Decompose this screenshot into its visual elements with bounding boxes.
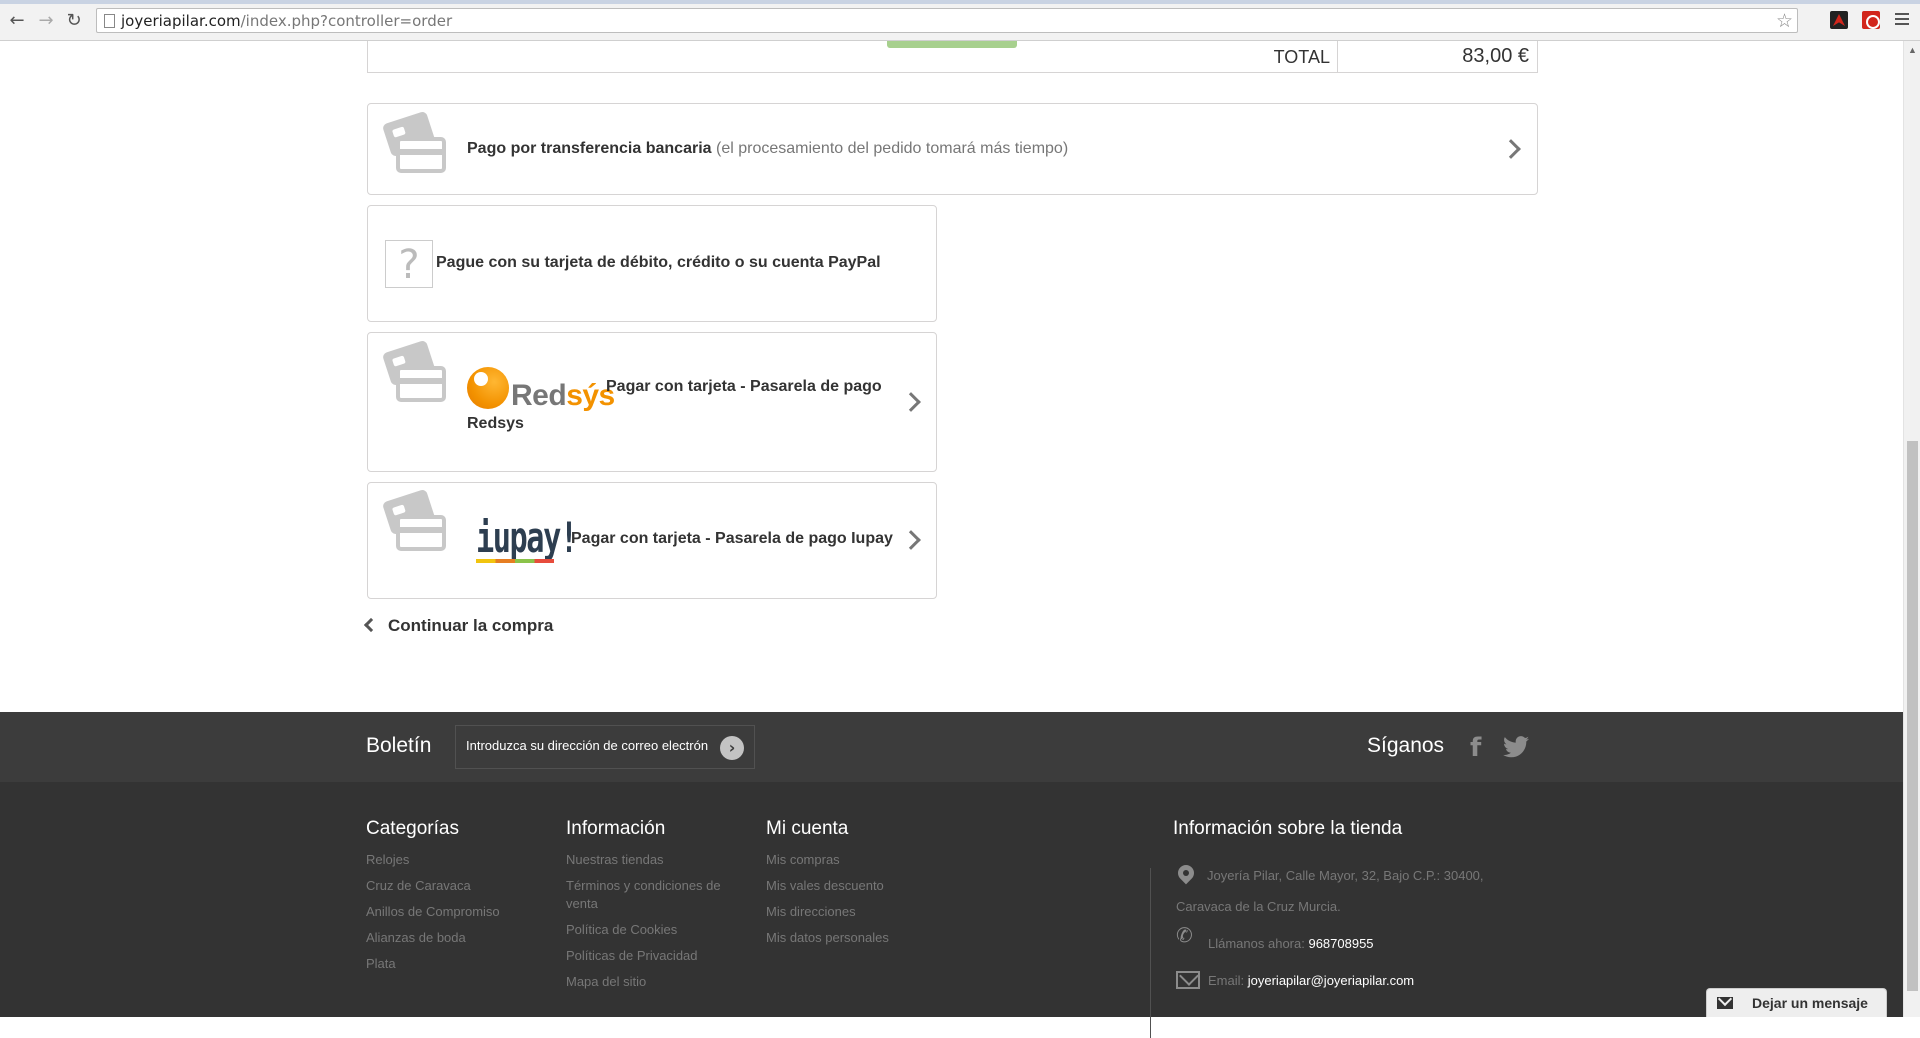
chat-label[interactable]: Dejar un mensaje <box>1752 995 1868 1011</box>
payment-option-paypal[interactable]: ? Pague con su tarjeta de débito, crédit… <box>367 205 937 322</box>
footer-divider <box>1150 868 1151 1038</box>
account-link[interactable]: Mis vales descuento <box>766 877 946 895</box>
progress-accent <box>887 41 1017 48</box>
redsys-label-line2[interactable]: Redsys <box>467 406 524 442</box>
store-phone-number[interactable]: 968708955 <box>1308 936 1373 951</box>
forward-icon[interactable]: → <box>35 10 57 32</box>
browser-toolbar: ← → ↻ joyeriapilar.com/index.php?control… <box>0 0 1920 41</box>
chevron-right-icon <box>901 530 921 550</box>
reload-icon[interactable]: ↻ <box>63 10 85 32</box>
information-link[interactable]: Política de Cookies <box>566 921 746 939</box>
summary-divider <box>1337 41 1338 72</box>
account-list: Mis compras Mis vales descuento Mis dire… <box>766 851 946 955</box>
address-bar[interactable]: joyeriapilar.com/index.php?controller=or… <box>96 8 1798 33</box>
credit-card-icon <box>381 339 448 410</box>
total-value: 83,00 € <box>1462 45 1529 67</box>
tab-strip[interactable] <box>0 0 1920 4</box>
store-address-line1: Joyería Pilar, Calle Mayor, 32, Bajo C.P… <box>1207 868 1484 883</box>
chat-widget[interactable]: Dejar un mensaje <box>1706 988 1887 1017</box>
url-text[interactable]: joyeriapilar.com/index.php?controller=or… <box>121 12 452 30</box>
category-link[interactable]: Relojes <box>366 851 546 869</box>
continue-shopping-link[interactable]: Continuar la compra <box>363 616 553 636</box>
redsys-label-line1[interactable]: Pagar con tarjeta - Pasarela de pago <box>606 369 882 405</box>
account-link[interactable]: Mis compras <box>766 851 946 869</box>
newsletter-email-input[interactable] <box>466 738 716 753</box>
credit-card-icon <box>381 110 448 181</box>
payment-option-bankwire[interactable]: Pago por transferencia bancaria (el proc… <box>367 103 1538 195</box>
chevron-right-icon <box>901 392 921 412</box>
account-title: Mi cuenta <box>766 818 849 839</box>
information-link[interactable]: Políticas de Privacidad <box>566 947 746 965</box>
store-email-link[interactable]: joyeriapilar@joyeriapilar.com <box>1248 973 1414 988</box>
information-list: Nuestras tiendas Términos y condiciones … <box>566 851 746 999</box>
page-content: TOTAL 83,00 € Pago por transferencia ban… <box>0 41 1903 1038</box>
category-link[interactable]: Anillos de Compromiso <box>366 903 546 921</box>
account-link[interactable]: Mis direcciones <box>766 903 946 921</box>
chevron-left-icon <box>363 617 379 633</box>
store-email: Email: joyeriapilar@joyeriapilar.com <box>1208 973 1415 988</box>
information-link[interactable]: Mapa del sitio <box>566 973 746 991</box>
missing-image-icon: ? <box>385 240 433 288</box>
account-link[interactable]: Mis datos personales <box>766 929 946 947</box>
chevron-right-icon <box>1501 139 1521 159</box>
category-link[interactable]: Cruz de Caravaca <box>366 877 546 895</box>
newsletter-title: Boletín <box>366 734 432 757</box>
categories-title: Categorías <box>366 818 459 839</box>
store-phone: Llámanos ahora: 968708955 <box>1208 936 1374 951</box>
twitter-icon[interactable] <box>1503 736 1529 758</box>
store-info: Información sobre la tienda <box>1173 818 1402 840</box>
page-icon <box>104 14 115 28</box>
page-scrollbar[interactable]: ▲ <box>1903 41 1920 1017</box>
follow-us-title: Síganos <box>1367 734 1445 757</box>
acrobat-extension-icon[interactable] <box>1862 11 1880 29</box>
information-title: Información <box>566 818 666 839</box>
bookmark-star-icon[interactable]: ☆ <box>1776 10 1793 32</box>
back-icon[interactable]: ← <box>6 10 28 32</box>
iupay-logo: iupay! <box>468 511 578 567</box>
newsletter-submit-button[interactable]: › <box>720 736 744 760</box>
store-address-line2: Caravaca de la Cruz Murcia. <box>1176 899 1341 914</box>
footer-newsletter-bar: Boletín › Síganos f <box>0 712 1903 782</box>
facebook-icon[interactable]: f <box>1470 733 1481 763</box>
bankwire-label[interactable]: Pago por transferencia bancaria (el proc… <box>467 131 1068 167</box>
pdf-extension-icon[interactable] <box>1830 11 1848 29</box>
payment-option-iupay[interactable]: iupay! Pagar con tarjeta - Pasarela de p… <box>367 482 937 599</box>
phone-icon: ✆ <box>1176 923 1193 947</box>
categories-list: Relojes Cruz de Caravaca Anillos de Comp… <box>366 851 546 981</box>
credit-card-icon <box>381 488 448 559</box>
mail-icon <box>1176 971 1200 989</box>
footer-links: Categorías Relojes Cruz de Caravaca Anil… <box>0 782 1903 1038</box>
scroll-up-icon[interactable]: ▲ <box>1908 45 1917 55</box>
iupay-label[interactable]: Pagar con tarjeta - Pasarela de pago Iup… <box>571 521 893 557</box>
information-link[interactable]: Términos y condiciones de venta <box>566 877 746 913</box>
browser-menu-icon[interactable] <box>1895 13 1909 27</box>
payment-option-redsys[interactable]: Redsýs Pagar con tarjeta - Pasarela de p… <box>367 332 937 472</box>
category-link[interactable]: Alianzas de boda <box>366 929 546 947</box>
scrollbar-thumb[interactable] <box>1907 441 1918 991</box>
paypal-label[interactable]: Pague con su tarjeta de débito, crédito … <box>436 245 881 281</box>
store-info-title: Información sobre la tienda <box>1173 818 1403 839</box>
category-link[interactable]: Plata <box>366 955 546 973</box>
newsletter-form: › <box>455 725 755 769</box>
order-summary: TOTAL 83,00 € <box>367 41 1538 73</box>
total-label: TOTAL <box>1273 47 1330 67</box>
information-link[interactable]: Nuestras tiendas <box>566 851 746 869</box>
envelope-icon <box>1717 997 1733 1009</box>
